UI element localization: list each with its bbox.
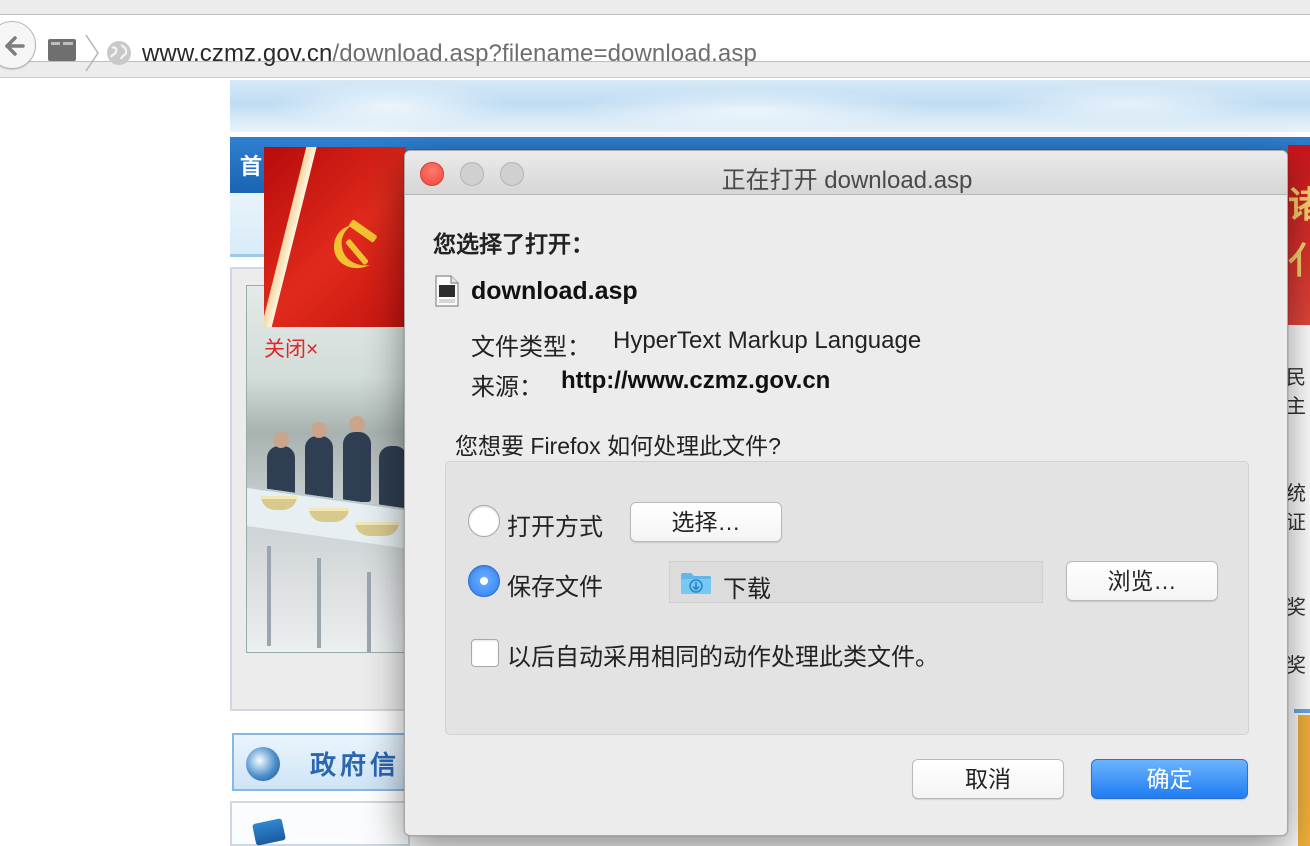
chevron-right-icon bbox=[85, 34, 99, 72]
right-banner-char: 亻 bbox=[1288, 240, 1310, 281]
choose-app-button[interactable]: 选择… bbox=[630, 502, 782, 542]
photo-table-leg bbox=[267, 546, 271, 646]
right-banner-char: 诸 bbox=[1288, 184, 1310, 225]
close-ad-link[interactable]: 关闭× bbox=[264, 333, 318, 363]
handling-question: 您想要 Firefox 如何处理此文件? bbox=[455, 433, 781, 459]
source-value: http://www.czmz.gov.cn bbox=[561, 367, 831, 394]
file-type-label: 文件类型： bbox=[471, 334, 591, 361]
gov-info-section-header[interactable]: 政府信 bbox=[232, 733, 408, 791]
flag-pole bbox=[264, 147, 319, 327]
url-path: /download.asp?filename=download.asp bbox=[332, 40, 757, 67]
right-edge-text[interactable]: 统证 bbox=[1286, 477, 1310, 535]
flag-popup-ad[interactable] bbox=[264, 147, 406, 327]
save-folder-name: 下载 bbox=[723, 576, 771, 603]
open-file-dialog: 正在打开 download.asp 您选择了打开： download.asp 文… bbox=[404, 150, 1288, 836]
cancel-button[interactable]: 取消 bbox=[912, 759, 1064, 799]
url-bar[interactable]: www.czmz.gov.cn/download.asp?filename=do… bbox=[0, 14, 1310, 72]
download-folder-icon bbox=[681, 573, 711, 594]
right-banner: 诸 亻 bbox=[1288, 145, 1310, 325]
you-chose-label: 您选择了打开： bbox=[433, 231, 594, 257]
globe-icon bbox=[107, 41, 131, 65]
photo-table-leg bbox=[367, 572, 371, 652]
hammer-sickle-icon bbox=[334, 219, 377, 269]
browse-button[interactable]: 浏览… bbox=[1066, 561, 1218, 601]
sidebar-icon[interactable] bbox=[48, 39, 76, 61]
right-side-image bbox=[1298, 715, 1310, 846]
lower-panel bbox=[230, 801, 410, 846]
back-button[interactable] bbox=[0, 21, 36, 69]
dialog-titlebar[interactable]: 正在打开 download.asp bbox=[405, 151, 1287, 195]
photo-person-head bbox=[273, 432, 289, 448]
nav-item-home[interactable]: 首 bbox=[240, 149, 262, 181]
ok-button[interactable]: 确定 bbox=[1091, 759, 1248, 799]
back-arrow-icon bbox=[5, 36, 25, 56]
right-edge-text[interactable]: 奖 bbox=[1286, 591, 1306, 620]
url-host: www.czmz.gov.cn bbox=[142, 40, 333, 67]
auto-action-label[interactable]: 以后自动采用相同的动作处理此类文件。 bbox=[507, 637, 939, 672]
open-with-label[interactable]: 打开方式 bbox=[507, 507, 603, 542]
gov-info-title: 政府信 bbox=[310, 750, 401, 780]
speaker-icon bbox=[246, 747, 280, 781]
source-label: 来源： bbox=[471, 374, 543, 401]
right-edge-text[interactable]: 民主 bbox=[1286, 361, 1310, 419]
dialog-title: 正在打开 download.asp bbox=[721, 167, 973, 194]
save-file-label[interactable]: 保存文件 bbox=[507, 567, 603, 602]
document-icon bbox=[252, 818, 286, 846]
divider bbox=[1294, 709, 1310, 713]
open-with-radio[interactable] bbox=[468, 505, 500, 537]
photo-person bbox=[343, 432, 371, 502]
save-folder-field[interactable]: 下载 bbox=[669, 561, 1043, 603]
file-name: download.asp bbox=[471, 277, 638, 305]
site-banner bbox=[230, 80, 1310, 132]
photo-person-head bbox=[349, 416, 365, 432]
browser-toolbar: www.czmz.gov.cn/download.asp?filename=do… bbox=[0, 0, 1310, 78]
photo-person-head bbox=[311, 422, 327, 438]
auto-action-checkbox[interactable] bbox=[471, 639, 499, 667]
right-edge-text[interactable]: 奖 bbox=[1286, 649, 1306, 678]
file-type-value: HyperText Markup Language bbox=[613, 327, 922, 354]
file-icon bbox=[435, 275, 459, 307]
photo-table-leg bbox=[317, 558, 321, 648]
save-file-radio[interactable] bbox=[468, 565, 500, 597]
url-text: www.czmz.gov.cn/download.asp?filename=do… bbox=[142, 40, 757, 68]
